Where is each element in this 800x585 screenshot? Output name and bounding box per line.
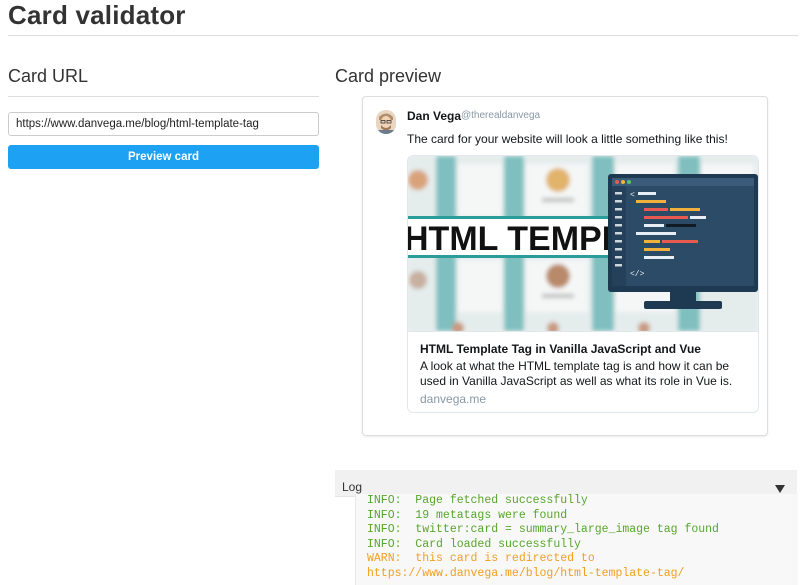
card-domain: danvega.me xyxy=(420,392,487,406)
card-body: HTML Template Tag in Vanilla JavaScript … xyxy=(408,331,758,412)
log-line: INFO: Card loaded successfully xyxy=(367,537,581,551)
tweet-text: The card for your website will look a li… xyxy=(407,132,728,146)
card-url-heading: Card URL xyxy=(8,66,89,86)
log-label: Log xyxy=(342,480,363,494)
card-image: HTML TEMPLATE < </> xyxy=(408,156,758,331)
log-output: INFO: Page fetched successfully INFO: 19… xyxy=(355,494,798,585)
card-description: A look at what the HTML template tag is … xyxy=(420,359,733,388)
page-title: Card validator xyxy=(8,0,186,30)
tweet-preview: Dan Vega @therealdanvega The card for yo… xyxy=(362,96,768,436)
avatar xyxy=(376,110,396,134)
card-url-divider xyxy=(8,96,319,97)
tweet-author-name: Dan Vega xyxy=(407,109,462,123)
log-line: INFO: Page fetched successfully xyxy=(367,494,588,507)
svg-text:</>: </> xyxy=(630,270,645,279)
card-preview-section: Card preview xyxy=(335,66,770,87)
log-line: https://www.danvega.me/blog/html-templat… xyxy=(367,566,685,580)
preview-card-button[interactable]: Preview card xyxy=(8,145,319,169)
svg-text:<: < xyxy=(630,191,635,200)
log-header[interactable]: Log xyxy=(335,470,797,497)
log-line: INFO: twitter:card = summary_large_image… xyxy=(367,523,719,536)
chevron-down-icon[interactable] xyxy=(775,485,785,493)
tweet-author-handle: @therealdanvega xyxy=(461,110,541,121)
card-title: HTML Template Tag in Vanilla JavaScript … xyxy=(420,342,701,356)
log-line: INFO: 19 metatags were found xyxy=(367,508,568,522)
log-line: WARN: this card is redirected to xyxy=(367,552,595,565)
card-url-section: Card URL Preview card xyxy=(8,66,319,169)
title-divider xyxy=(8,35,798,36)
summary-card[interactable]: HTML TEMPLATE < </> HTML Template Tag in… xyxy=(407,155,759,413)
card-url-input[interactable] xyxy=(8,112,319,136)
log-panel: Log INFO: Page fetched successfully INFO… xyxy=(335,470,798,585)
card-preview-heading: Card preview xyxy=(335,66,442,86)
